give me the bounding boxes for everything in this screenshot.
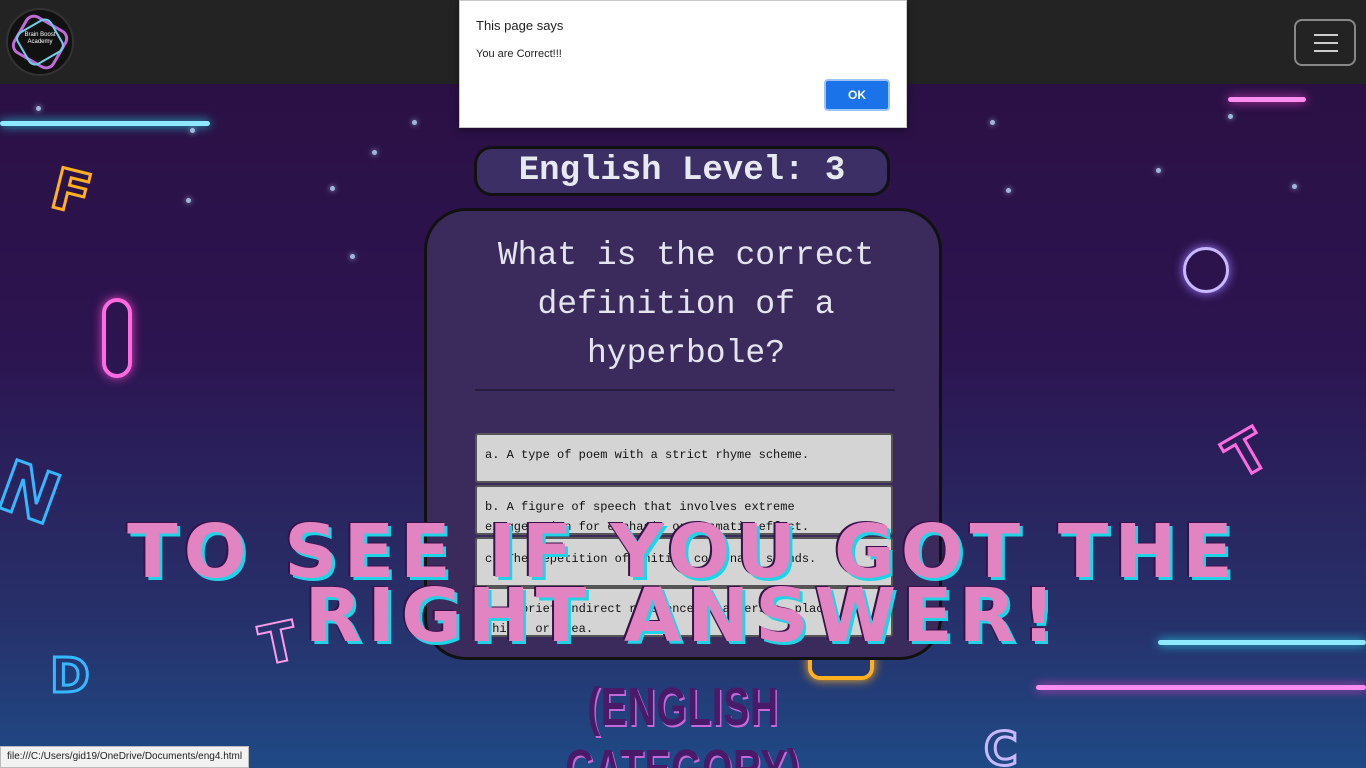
promo-headline: TO SEE IF YOU GOT THE RIGHT ANSWER! xyxy=(127,509,1239,659)
neon-letter-decoration: T xyxy=(1213,415,1282,493)
neon-circle-decoration xyxy=(1183,247,1229,293)
neon-line-decoration xyxy=(1036,685,1366,690)
question-text: What is the correct definition of a hype… xyxy=(497,237,875,372)
level-title: English Level: 3 xyxy=(474,146,890,196)
star-decoration xyxy=(36,106,41,111)
star-decoration xyxy=(190,128,195,133)
hamburger-icon-bar xyxy=(1314,42,1338,44)
neon-letter-decoration: D xyxy=(49,647,92,706)
menu-toggle-button[interactable] xyxy=(1294,19,1356,66)
neon-ring-decoration xyxy=(102,298,132,378)
star-decoration xyxy=(372,150,377,155)
star-decoration xyxy=(990,120,995,125)
star-decoration xyxy=(1292,184,1297,189)
status-url: file:///C:/Users/gid19/OneDrive/Document… xyxy=(0,746,250,768)
star-decoration xyxy=(1228,114,1233,119)
neon-line-decoration xyxy=(1228,97,1306,102)
answer-option-a[interactable]: a. A type of poem with a strict rhyme sc… xyxy=(475,433,893,483)
neon-letter-decoration: C xyxy=(983,721,1020,768)
alert-title: This page says xyxy=(476,18,564,33)
divider xyxy=(475,389,895,391)
alert-ok-button[interactable]: OK xyxy=(824,79,890,111)
star-decoration xyxy=(186,198,191,203)
star-decoration xyxy=(330,186,335,191)
site-logo[interactable]: Brain Boost Academy xyxy=(6,8,74,76)
hamburger-icon xyxy=(1314,34,1338,36)
star-decoration xyxy=(1006,188,1011,193)
hamburger-icon-bar xyxy=(1314,50,1338,52)
neon-line-decoration xyxy=(0,121,210,126)
star-decoration xyxy=(412,120,417,125)
star-decoration xyxy=(350,254,355,259)
logo-text: Brain Boost Academy xyxy=(24,32,56,45)
star-decoration xyxy=(1156,168,1161,173)
promo-subhead: (ENGLISH CATEGORY) xyxy=(565,677,800,768)
neon-letter-decoration: F xyxy=(43,155,99,230)
alert-message: You are Correct!!! xyxy=(476,48,562,60)
